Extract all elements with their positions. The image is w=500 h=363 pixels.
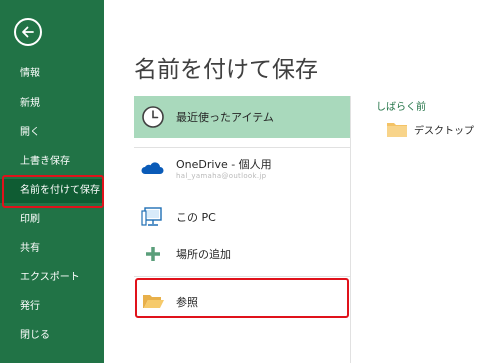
back-button[interactable]	[14, 18, 42, 46]
nav-item-publish[interactable]: 発行	[0, 295, 104, 319]
nav-item-new[interactable]: 新規	[0, 92, 104, 116]
location-this-pc[interactable]: この PC	[134, 196, 350, 238]
nav-item-print[interactable]: 印刷	[0, 208, 104, 232]
nav-item-open[interactable]: 開く	[0, 121, 104, 145]
folder-open-icon	[143, 295, 164, 308]
clock-icon	[142, 106, 164, 128]
plus-icon	[146, 247, 160, 261]
location-label: 最近使ったアイテム	[176, 111, 274, 124]
folder-icon	[387, 122, 407, 137]
location-label: この PC	[176, 211, 216, 224]
location-onedrive[interactable]: OneDrive - 個人用 hal_yamaha@outlook.jp	[134, 152, 350, 190]
divider	[134, 147, 350, 148]
nav-item-share[interactable]: 共有	[0, 237, 104, 261]
nav-item-info[interactable]: 情報	[0, 62, 104, 86]
recent-group-header: しばらく前	[376, 102, 426, 113]
recent-folder-desktop[interactable]: デスクトップ	[386, 120, 474, 138]
nav-item-close[interactable]: 閉じる	[0, 324, 104, 348]
account-email: hal_yamaha@outlook.jp	[176, 172, 267, 180]
location-label: OneDrive - 個人用	[176, 158, 272, 171]
computer-icon	[141, 207, 162, 226]
page-title: 名前を付けて保存	[134, 57, 318, 83]
nav-item-save[interactable]: 上書き保存	[0, 150, 104, 174]
nav-item-export[interactable]: エクスポート	[0, 266, 104, 290]
location-recent[interactable]: 最近使ったアイテム	[134, 96, 350, 138]
location-browse[interactable]: 参照	[134, 279, 350, 321]
location-list: 最近使ったアイテム OneDrive - 個人用 hal_yamaha@outl…	[134, 96, 351, 363]
location-label: 場所の追加	[176, 248, 231, 261]
arrow-left-icon	[22, 26, 34, 38]
location-add-place[interactable]: 場所の追加	[134, 233, 350, 275]
recent-folder-label: デスクトップ	[414, 125, 474, 137]
backstage-sidebar: 情報 新規 開く 上書き保存 名前を付けて保存 印刷 共有 エクスポート 発行 …	[0, 0, 104, 363]
onedrive-cloud-icon	[141, 162, 164, 174]
divider	[134, 276, 350, 277]
save-as-panel: 名前を付けて保存 最近使ったアイテム OneDrive - 個人用 hal_ya…	[104, 0, 500, 363]
location-label: 参照	[176, 296, 198, 309]
nav-item-save-as[interactable]: 名前を付けて保存	[0, 179, 104, 203]
